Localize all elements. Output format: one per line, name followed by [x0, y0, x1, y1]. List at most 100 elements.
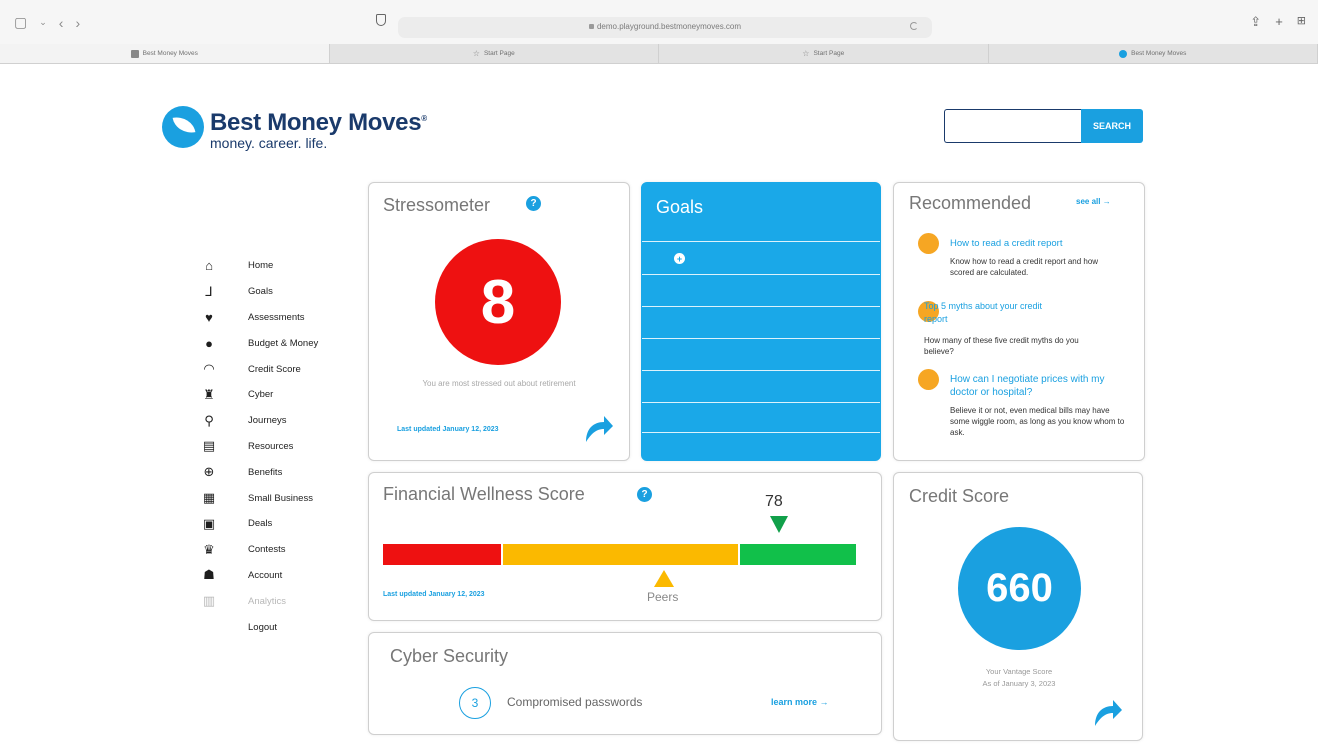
goal-row[interactable] — [642, 274, 880, 306]
chevron-down-icon[interactable]: ⌄ — [39, 17, 47, 28]
address-bar[interactable]: demo.playground.bestmoneymoves.com — [398, 17, 932, 38]
sidebar-item-contests[interactable]: ♛ Contests — [198, 537, 318, 563]
search-button[interactable]: SEARCH — [1081, 109, 1143, 143]
sidebar-item-label: Cyber — [248, 389, 274, 401]
recommended-title[interactable]: Top 5 myths about your credit report — [924, 300, 1064, 326]
sidebar-item-credit-score[interactable]: ◠ Credit Score — [198, 356, 318, 382]
sidebar-item-home[interactable]: ⌂ Home — [198, 253, 318, 279]
peers-label: Peers — [647, 590, 679, 604]
sidebar-item-label: Deals — [248, 518, 273, 530]
add-goal-icon[interactable]: + — [674, 253, 685, 264]
sidebar-item-deals[interactable]: ▣ Deals — [198, 511, 318, 537]
recommended-description: Believe it or not, even medical bills ma… — [950, 406, 1125, 437]
compromised-count: 3 — [459, 687, 491, 719]
last-updated: Last updated January 12, 2023 — [383, 591, 485, 598]
goal-row[interactable] — [642, 338, 880, 370]
sidebar-item-journeys[interactable]: ⚲ Journeys — [198, 408, 318, 434]
recommended-description: Know how to read a credit report and how… — [950, 257, 1099, 277]
wellness-segment — [739, 544, 856, 565]
tab-label: Start Page — [483, 50, 515, 57]
tab-start-page-2[interactable]: ☆ Start Page — [659, 44, 989, 63]
back-icon[interactable]: ‹ — [59, 15, 64, 31]
sidebar-nav: ⌂ Home ⅃ Goals ♥ Assessments ● Budget & Money ◠ C… — [198, 253, 318, 640]
brand-tagline: money. career. life. — [210, 135, 328, 151]
tab-label: Best Money Moves — [142, 50, 198, 57]
tab-label: Best Money Moves — [1131, 50, 1187, 57]
last-updated: Last updated January 12, 2023 — [397, 426, 499, 433]
refresh-arrow-icon[interactable] — [1089, 696, 1123, 730]
card-title: Goals — [656, 197, 704, 217]
sidebar-item-benefits[interactable]: ⊕ Benefits — [198, 459, 318, 485]
sidebar-item-goals[interactable]: ⅃ Goals — [198, 279, 318, 305]
tab-overview-icon[interactable]: ⊞ — [1297, 14, 1306, 30]
arrow-right-icon: → — [819, 697, 829, 707]
score-marker-icon — [770, 516, 788, 533]
goal-row[interactable] — [642, 370, 880, 402]
money-icon: ● — [205, 335, 213, 351]
recommended-item[interactable]: How can I negotiate prices with my docto… — [918, 369, 1124, 449]
goal-row[interactable] — [642, 402, 880, 432]
stress-score: 8 — [435, 239, 561, 365]
bullet-dot-icon — [918, 369, 939, 390]
card-title: Stressometer — [383, 195, 491, 215]
recommended-card: Recommended see all → How to read a cred… — [893, 182, 1145, 461]
card-title: Recommended — [909, 193, 1032, 213]
see-all-link[interactable]: see all → — [1076, 197, 1111, 206]
wellness-bar — [383, 544, 856, 565]
peers-marker-icon — [654, 570, 674, 587]
as-of-date: As of January 3, 2023 — [982, 679, 1056, 688]
goal-row[interactable] — [642, 306, 880, 338]
stressometer-card: Stressometer ? 8 You are most stressed o… — [368, 182, 630, 461]
help-icon[interactable]: ? — [526, 196, 541, 211]
help-icon[interactable]: ? — [637, 487, 652, 502]
tab-bar: Best Money Moves ☆ Start Page ☆ Start Page… — [0, 44, 1318, 64]
star-icon: ☆ — [802, 49, 810, 58]
tab-best-money-moves-2[interactable]: Best Money Moves — [989, 44, 1318, 63]
learn-more-link[interactable]: learn more → — [771, 697, 829, 707]
brand-logo[interactable]: Best Money Moves® money. career. life. — [162, 106, 427, 150]
search-input[interactable] — [944, 109, 1082, 143]
sidebar-item-logout[interactable]: Logout — [198, 614, 318, 640]
sidebar-toggle-icon[interactable]: ▢ — [14, 14, 27, 31]
credit-score-value: 660 — [958, 527, 1081, 650]
arrow-right-icon: → — [1102, 197, 1111, 206]
learn-more-label: learn more — [771, 697, 818, 707]
forward-icon[interactable]: › — [75, 15, 80, 31]
refresh-arrow-icon[interactable] — [580, 412, 614, 446]
share-icon[interactable]: ⇪ — [1250, 14, 1261, 30]
sidebar-item-label: Journeys — [248, 415, 287, 427]
home-icon: ⌂ — [205, 258, 213, 274]
star-icon: ☆ — [472, 49, 480, 58]
cyber-security-card: Cyber Security 3 Compromised passwords l… — [368, 632, 882, 735]
registered-mark: ® — [421, 114, 427, 123]
gauge-icon: ◠ — [203, 361, 215, 377]
compromised-label: Compromised passwords — [507, 695, 643, 709]
url-text: demo.playground.bestmoneymoves.com — [596, 22, 742, 31]
sidebar-item-account[interactable]: ☗ Account — [198, 563, 318, 589]
new-tab-icon[interactable]: + — [1275, 14, 1283, 30]
recommended-item[interactable]: Top 5 myths about your credit report How… — [918, 301, 1118, 361]
goal-row[interactable] — [642, 432, 880, 462]
sidebar-item-resources[interactable]: ▤ Resources — [198, 434, 318, 460]
recommended-title[interactable]: How to read a credit report — [950, 237, 1120, 250]
tab-best-money-moves[interactable]: Best Money Moves — [0, 44, 330, 63]
sidebar-item-label: Account — [248, 569, 283, 581]
sidebar-item-small-business[interactable]: ▦ Small Business — [198, 485, 318, 511]
recommended-description: How many of these five credit myths do y… — [924, 336, 1079, 356]
bar-chart-icon: ▥ — [202, 593, 216, 609]
tab-start-page[interactable]: ☆ Start Page — [330, 44, 659, 63]
sidebar-item-cyber[interactable]: ♜ Cyber — [198, 382, 318, 408]
cash-icon: ▣ — [202, 515, 216, 531]
sidebar-item-budget-money[interactable]: ● Budget & Money — [198, 330, 318, 356]
recommended-item[interactable]: How to read a credit report Know how to … — [918, 233, 1118, 293]
brand-name: Best Money Moves — [210, 109, 422, 136]
recommended-title[interactable]: How can I negotiate prices with my docto… — [950, 373, 1120, 399]
sidebar-item-assessments[interactable]: ♥ Assessments — [198, 305, 318, 331]
sidebar-item-analytics[interactable]: ▥ Analytics — [198, 588, 318, 614]
privacy-shield-icon[interactable] — [376, 14, 386, 26]
see-all-label: see all — [1076, 197, 1101, 206]
vantage-label: Your Vantage Score — [985, 667, 1053, 676]
sidebar-item-label: Contests — [248, 544, 286, 556]
reload-icon[interactable] — [910, 22, 918, 30]
leaf-logo-icon — [162, 106, 204, 148]
